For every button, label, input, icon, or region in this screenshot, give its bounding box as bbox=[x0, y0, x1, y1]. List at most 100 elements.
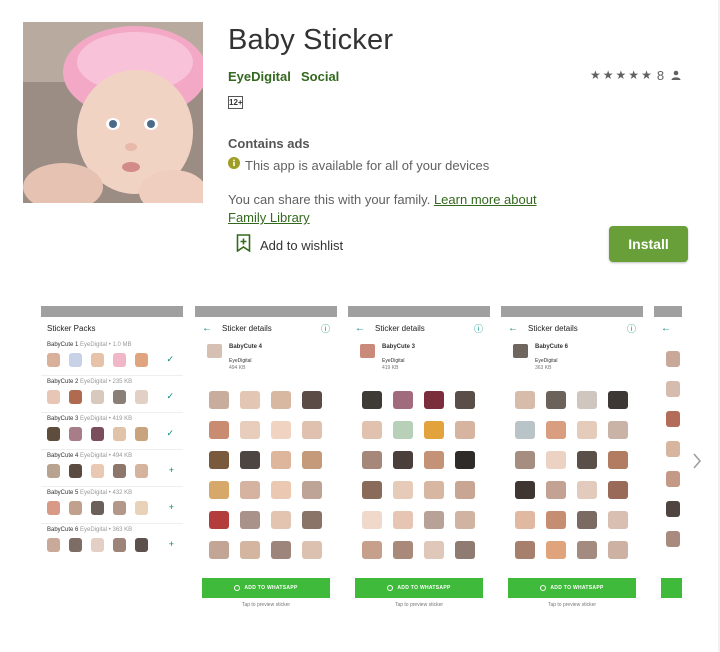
screenshot-partial[interactable]: ← bbox=[654, 306, 682, 612]
back-arrow-icon: ← bbox=[661, 322, 671, 334]
next-screenshot-button[interactable] bbox=[690, 449, 704, 473]
whatsapp-icon bbox=[540, 585, 547, 591]
screen-title: Sticker details bbox=[375, 323, 425, 333]
info-icon: ⓘ bbox=[320, 323, 330, 334]
phone-status-bar bbox=[195, 306, 337, 317]
screen-title: Sticker Packs bbox=[47, 323, 96, 333]
pack-meta: EyeDigital • 494 KB bbox=[80, 453, 133, 459]
rating-count: 8 bbox=[656, 67, 665, 83]
pack-thumbnail bbox=[360, 344, 375, 358]
sticker-grid bbox=[501, 387, 643, 559]
contains-ads-label: Contains ads bbox=[228, 136, 310, 151]
pack-name: BabyCute 1 bbox=[47, 342, 79, 348]
add-to-whatsapp-button bbox=[661, 578, 682, 598]
add-to-whatsapp-button: ADD TO WHATSAPP bbox=[508, 578, 636, 598]
pack-thumbnail bbox=[513, 344, 528, 358]
back-arrow-icon: ← bbox=[355, 322, 365, 334]
pack-size: 363 KB bbox=[535, 365, 552, 371]
app-title: Baby Sticker bbox=[228, 24, 394, 56]
pack-name: BabyCute 2 bbox=[47, 379, 79, 385]
preview-hint: Tap to preview sticker bbox=[394, 602, 444, 608]
pack-thumbnails bbox=[47, 353, 177, 367]
person-icon bbox=[671, 70, 681, 80]
star-icon: ★ bbox=[641, 68, 652, 82]
add-to-whatsapp-button: ADD TO WHATSAPP bbox=[202, 578, 330, 598]
info-icon: ⓘ bbox=[473, 323, 483, 334]
screenshot-sticker-packs[interactable]: Sticker Packs BabyCute 1 EyeDigital • 1.… bbox=[41, 306, 183, 612]
category-link[interactable]: Social bbox=[301, 69, 339, 84]
pack-action-icon: + bbox=[168, 465, 174, 475]
chevron-right-icon bbox=[693, 453, 702, 469]
pack-thumbnails bbox=[47, 427, 177, 441]
whatsapp-icon bbox=[387, 585, 394, 591]
pack-developer: EyeDigital bbox=[229, 358, 252, 364]
pack-developer: EyeDigital bbox=[535, 358, 558, 364]
pack-action-icon: + bbox=[168, 502, 174, 512]
back-arrow-icon: ← bbox=[202, 322, 212, 334]
sticker-grid bbox=[348, 387, 490, 559]
pack-meta: EyeDigital • 235 KB bbox=[80, 379, 133, 385]
phone-status-bar bbox=[501, 306, 643, 317]
preview-hint: Tap to preview sticker bbox=[547, 602, 597, 608]
availability-row: This app is available for all of your de… bbox=[228, 156, 489, 174]
pack-list: BabyCute 1 EyeDigital • 1.0 MB ✓ BabyCut… bbox=[41, 339, 183, 561]
pack-developer: EyeDigital bbox=[382, 358, 405, 364]
screen-header: ← Sticker details ⓘ bbox=[501, 317, 643, 339]
install-button[interactable]: Install bbox=[609, 226, 688, 262]
pack-action-icon: ✓ bbox=[166, 391, 174, 401]
baby-photo-icon bbox=[23, 22, 203, 203]
star-icon: ★ bbox=[615, 68, 627, 82]
rating-summary[interactable]: ★ ★ ★ ★ ★ 8 bbox=[590, 67, 681, 83]
list-item: BabyCute 2 EyeDigital • 235 KB ✓ bbox=[41, 376, 183, 413]
star-icon: ★ bbox=[628, 68, 640, 82]
list-item: BabyCute 5 EyeDigital • 432 KB + bbox=[41, 487, 183, 524]
pack-meta: EyeDigital • 363 KB bbox=[80, 527, 133, 533]
pack-meta: EyeDigital • 432 KB bbox=[80, 490, 133, 496]
pack-name: BabyCute 4 bbox=[47, 453, 79, 459]
pack-thumbnail bbox=[207, 344, 222, 358]
screenshot-sticker-details-1[interactable]: ← Sticker details ⓘ BabyCute 4 EyeDigita… bbox=[195, 306, 337, 612]
pack-name: BabyCute 6 bbox=[47, 527, 79, 533]
phone-status-bar bbox=[348, 306, 490, 317]
pack-thumbnails bbox=[47, 390, 177, 404]
info-icon: ⓘ bbox=[626, 323, 636, 334]
add-to-wishlist-button[interactable]: Add to wishlist bbox=[236, 234, 343, 257]
share-text: You can share this with your family. bbox=[228, 192, 431, 207]
pack-header: BabyCute 3 EyeDigital 419 KB bbox=[348, 339, 490, 387]
pack-action-icon: + bbox=[168, 539, 174, 549]
pack-size: 494 KB bbox=[229, 365, 246, 371]
preview-hint: Tap to preview sticker bbox=[241, 602, 291, 608]
developer-link[interactable]: EyeDigital bbox=[228, 69, 291, 84]
pack-action-icon: ✓ bbox=[166, 354, 174, 364]
bookmark-add-icon bbox=[236, 234, 251, 257]
screen-header: ← Sticker details ⓘ bbox=[195, 317, 337, 339]
screen-title: Sticker details bbox=[222, 323, 272, 333]
sticker-grid bbox=[195, 387, 337, 559]
pack-meta: EyeDigital • 1.0 MB bbox=[80, 342, 132, 348]
screenshot-sticker-details-2[interactable]: ← Sticker details ⓘ BabyCute 3 EyeDigita… bbox=[348, 306, 490, 612]
list-item: BabyCute 1 EyeDigital • 1.0 MB ✓ bbox=[41, 339, 183, 376]
star-icon: ★ bbox=[602, 68, 614, 82]
pack-header: BabyCute 4 EyeDigital 494 KB bbox=[195, 339, 337, 387]
pack-meta: EyeDigital • 419 KB bbox=[80, 416, 133, 422]
phone-status-bar bbox=[41, 306, 183, 317]
screen-title: Sticker details bbox=[528, 323, 578, 333]
sticker-column bbox=[654, 339, 682, 547]
add-to-whatsapp-button: ADD TO WHATSAPP bbox=[355, 578, 483, 598]
pack-thumbnails bbox=[47, 464, 177, 478]
pack-name: BabyCute 3 bbox=[382, 344, 416, 350]
info-icon bbox=[228, 156, 240, 174]
screenshot-sticker-details-3[interactable]: ← Sticker details ⓘ BabyCute 6 EyeDigita… bbox=[501, 306, 643, 612]
list-item: BabyCute 3 EyeDigital • 419 KB ✓ bbox=[41, 413, 183, 450]
pack-name: BabyCute 5 bbox=[47, 490, 79, 496]
pack-thumbnails bbox=[47, 538, 177, 552]
availability-text: This app is available for all of your de… bbox=[245, 157, 490, 173]
pack-name: BabyCute 4 bbox=[229, 344, 263, 350]
pack-size: 419 KB bbox=[382, 365, 399, 371]
family-share-text: You can share this with your family. Lea… bbox=[228, 191, 548, 227]
app-hero-image bbox=[23, 22, 203, 203]
wishlist-label: Add to wishlist bbox=[260, 238, 344, 253]
pack-thumbnails bbox=[47, 501, 177, 515]
back-arrow-icon: ← bbox=[508, 322, 518, 334]
age-rating-badge: 12+ bbox=[228, 96, 243, 109]
